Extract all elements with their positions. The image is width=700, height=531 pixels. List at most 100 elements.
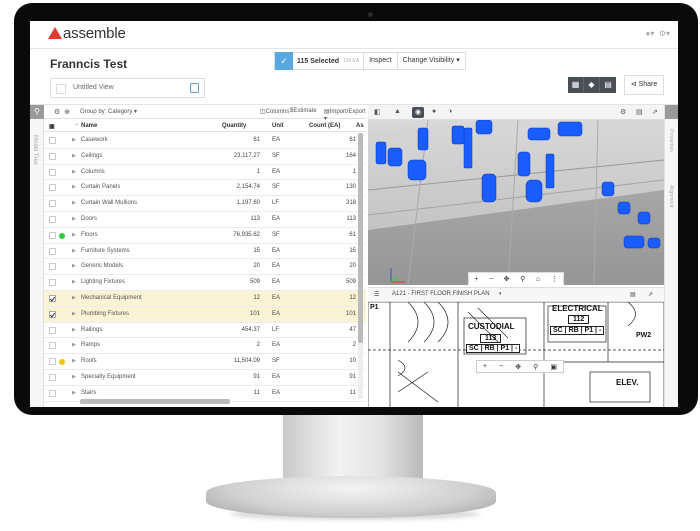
row-checkbox[interactable] — [49, 231, 56, 239]
row-checkbox[interactable] — [49, 215, 56, 223]
view-checkbox[interactable] — [56, 84, 66, 94]
scroll-thumb[interactable] — [358, 133, 363, 343]
table-row[interactable]: ▶ Mechanical Equipment 12 EA 12 — [44, 290, 366, 307]
zoom-out-icon[interactable]: − — [489, 276, 493, 283]
person-icon[interactable]: ● — [432, 108, 436, 115]
table-row[interactable]: ▶ Floors 76,935.62 SF 61 — [44, 228, 366, 244]
selection-check-icon[interactable]: ✓ — [275, 52, 293, 70]
model-canvas[interactable] — [368, 119, 664, 285]
model-view-icon[interactable]: ◆ — [584, 77, 600, 93]
change-visibility-button[interactable]: Change Visibility ▾ — [396, 52, 465, 70]
table-horizontal-scrollbar[interactable] — [80, 399, 230, 404]
row-checkbox[interactable] — [49, 373, 56, 381]
table-row[interactable]: ▶ Generic Models 20 EA 20 — [44, 259, 366, 276]
inspect-button[interactable]: Inspect — [363, 52, 397, 70]
expand-caret-icon[interactable]: ▶ — [72, 153, 76, 159]
visibility-icon[interactable]: ◉ — [412, 107, 424, 118]
expand-caret-icon[interactable]: ▶ — [72, 342, 76, 348]
group-by-dropdown[interactable]: Group by: Category ▾ — [80, 108, 137, 115]
more-icon[interactable]: ⋮ — [551, 275, 558, 283]
row-checkbox[interactable] — [49, 200, 56, 208]
expand-caret-icon[interactable]: ▶ — [72, 184, 76, 190]
app-logo[interactable]: assemble — [48, 25, 126, 42]
column-count[interactable]: Count (EA) — [309, 123, 340, 129]
plan-menu-icon[interactable]: ☰ — [374, 291, 379, 298]
column-unit[interactable]: Unit — [272, 123, 284, 129]
expand-caret-icon[interactable]: ▶ — [72, 200, 76, 206]
row-checkbox[interactable] — [49, 168, 56, 176]
table-row[interactable]: ▶ Roofs 11,504.09 SF 10 — [44, 354, 366, 370]
alignment-tab[interactable]: Alignment — [668, 185, 674, 207]
expand-caret-icon[interactable]: ▶ — [72, 232, 76, 238]
properties-tab[interactable]: Properties — [668, 129, 674, 152]
plan-popout-icon[interactable]: ⇗ — [648, 291, 653, 298]
table-view-icon[interactable]: ▦ — [568, 77, 584, 93]
pan-icon[interactable]: ✥ — [504, 275, 510, 283]
expand-caret-icon[interactable]: ▶ — [72, 390, 76, 396]
plan-layout-icon[interactable]: ▤ — [630, 291, 636, 298]
zoom-extents-icon[interactable]: ⚲ — [520, 275, 525, 283]
row-checkbox[interactable] — [49, 263, 56, 271]
estimate-button[interactable]: $Estimate — [290, 108, 317, 114]
column-quantity[interactable]: Quantity — [222, 123, 246, 129]
columns-button[interactable]: ◫Columns — [260, 108, 289, 115]
row-checkbox[interactable] — [49, 310, 56, 318]
table-row[interactable]: ▶ Specialty Equipment 91 EA 91 — [44, 370, 366, 386]
row-checkbox[interactable] — [49, 326, 56, 334]
table-settings-icon[interactable]: ⚙ ⊕ — [54, 108, 70, 116]
table-vertical-scrollbar[interactable] — [358, 133, 363, 399]
select-all-checkbox[interactable]: ▣ — [49, 123, 55, 130]
settings-icon[interactable]: ⚙▾ — [659, 29, 670, 38]
expand-caret-icon[interactable]: ▶ — [72, 263, 76, 269]
row-checkbox[interactable] — [49, 247, 56, 255]
zoom-in-icon[interactable]: + — [474, 276, 478, 283]
plan-contrast-icon[interactable]: ◑ — [498, 291, 502, 297]
walk-icon[interactable]: ▲ — [394, 108, 401, 115]
sheet-view-icon[interactable]: ▤ — [600, 77, 616, 93]
row-checkbox[interactable] — [49, 358, 56, 366]
plan-canvas[interactable]: P1 ELECTRICAL 112 SC | RB | P1 | - CUSTO… — [368, 301, 664, 407]
share-button[interactable]: ⊲ Share — [624, 75, 664, 95]
sort-icon[interactable]: ⌃ — [74, 123, 79, 130]
table-row[interactable]: ▶ Ramps 2 EA 2 — [44, 338, 366, 355]
row-checkbox[interactable] — [49, 294, 56, 302]
user-menu[interactable]: ●▾ ⚙▾ — [646, 29, 671, 38]
section-icon[interactable]: ◧ — [374, 108, 381, 116]
table-row[interactable]: ▶ Lighting Fixtures 509 EA 509 — [44, 275, 366, 291]
table-row[interactable]: ▶ Ceilings 23,117.27 SF 164 — [44, 149, 366, 165]
row-checkbox[interactable] — [49, 152, 56, 160]
viewer-layout-icon[interactable]: ▤ — [636, 108, 643, 116]
expand-caret-icon[interactable]: ▶ — [72, 358, 76, 364]
search-icon[interactable]: ⚲ — [30, 105, 44, 119]
plan-zoom-extents-icon[interactable]: ⚲ — [533, 363, 538, 371]
user-icon[interactable]: ●▾ — [646, 29, 655, 38]
view-selector[interactable]: Untitled View — [50, 78, 205, 98]
viewer-popout-icon[interactable]: ⇗ — [652, 108, 658, 116]
plan-fit-icon[interactable]: ▣ — [550, 363, 557, 371]
plan-pan-icon[interactable]: ✥ — [515, 363, 521, 371]
properties-tab-icon[interactable] — [665, 105, 678, 119]
table-row[interactable]: ▶ Railings 454.37 LF 47 — [44, 323, 366, 339]
contrast-icon[interactable]: ◑ — [448, 108, 452, 115]
expand-caret-icon[interactable]: ▶ — [72, 295, 76, 301]
table-row[interactable]: ▶ Curtain Wall Mullions 1,197.60 LF 318 — [44, 196, 366, 212]
table-row[interactable]: ▶ Columns 1 EA 1 — [44, 165, 366, 181]
table-row[interactable]: ▶ Curtain Panels 2,154.74 SF 130 — [44, 180, 366, 197]
expand-caret-icon[interactable]: ▶ — [72, 279, 76, 285]
expand-caret-icon[interactable]: ▶ — [72, 311, 76, 317]
row-checkbox[interactable] — [49, 184, 56, 192]
table-row[interactable]: ▶ Furniture Systems 15 EA 15 — [44, 244, 366, 260]
plan-zoom-out-icon[interactable]: − — [499, 363, 503, 370]
model-tree-tab[interactable]: Model Tree — [32, 135, 38, 165]
table-row[interactable]: ▶ Casework 61 EA 61 — [44, 133, 366, 149]
expand-caret-icon[interactable]: ▶ — [72, 374, 76, 380]
plan-title[interactable]: A121 - FIRST FLOOR FINISH PLAN — [392, 291, 490, 297]
row-checkbox[interactable] — [49, 389, 56, 397]
row-checkbox[interactable] — [49, 137, 56, 144]
expand-caret-icon[interactable]: ▶ — [72, 169, 76, 175]
expand-caret-icon[interactable]: ▶ — [72, 216, 76, 222]
expand-caret-icon[interactable]: ▶ — [72, 248, 76, 254]
column-extra[interactable]: As — [356, 123, 364, 129]
save-view-icon[interactable] — [190, 83, 199, 93]
row-checkbox[interactable] — [49, 279, 56, 287]
